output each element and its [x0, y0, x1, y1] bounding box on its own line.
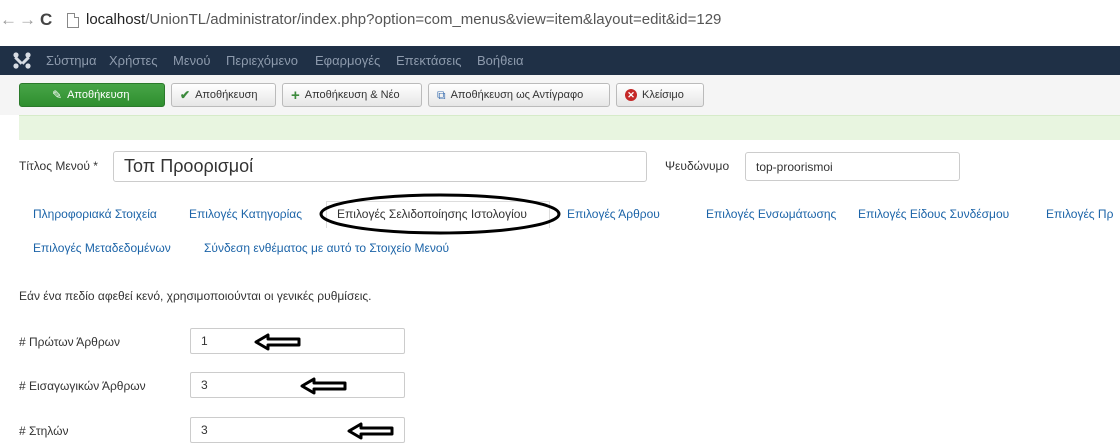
menu-users[interactable]: Χρήστες — [109, 53, 158, 68]
save-copy-button-label: Αποθήκευση ως Αντίγραφο — [450, 89, 584, 101]
tab-link-type-options[interactable]: Επιλογές Είδους Συνδέσμου — [858, 207, 1009, 221]
global-settings-note: Εάν ένα πεδίο αφεθεί κενό, χρησιμοποιούν… — [19, 289, 372, 303]
menu-system[interactable]: Σύστημα — [46, 53, 97, 68]
back-arrow-icon[interactable]: ← — [0, 10, 17, 30]
tab-category-options[interactable]: Επιλογές Κατηγορίας — [189, 207, 302, 221]
tab-page-display[interactable]: Επιλογές Πρ — [1046, 207, 1113, 221]
menu-help[interactable]: Βοήθεια — [477, 53, 524, 68]
reload-icon[interactable]: C — [40, 10, 52, 30]
menu-extensions[interactable]: Επεκτάσεις — [396, 53, 461, 68]
menu-menus[interactable]: Μενού — [173, 53, 210, 68]
save-button[interactable]: ✎ Αποθήκευση — [19, 83, 165, 107]
tab-article-options[interactable]: Επιλογές Άρθρου — [567, 207, 660, 221]
toolbar: ✎ Αποθήκευση ✔ Αποθήκευση + Αποθήκευση &… — [0, 75, 1120, 115]
tab-details[interactable]: Πληροφοριακά Στοιχεία — [33, 207, 157, 221]
browser-address-bar: ← → C localhost/UnionTL/administrator/in… — [0, 0, 1120, 46]
admin-navbar: Σύστημα Χρήστες Μενού Περιεχόμενο Εφαρμο… — [0, 46, 1120, 75]
forward-arrow-icon[interactable]: → — [19, 10, 36, 30]
tab-module-assignment[interactable]: Σύνδεση ενθέματος με αυτό το Στοιχείο Με… — [204, 241, 449, 255]
edit-icon: ✎ — [52, 88, 63, 102]
pointer-arrow-icon — [254, 333, 301, 351]
save-close-button-label: Αποθήκευση — [195, 89, 258, 101]
leading-articles-label: # Πρώτων Άρθρων — [19, 335, 121, 349]
title-label: Τίτλος Μενού * — [19, 159, 98, 173]
tab-metadata[interactable]: Επιλογές Μεταδεδομένων — [33, 241, 171, 255]
alias-input[interactable] — [745, 152, 960, 181]
save-copy-button[interactable]: ⧉ Αποθήκευση ως Αντίγραφο — [428, 83, 610, 107]
close-circle-icon: ✕ — [625, 89, 637, 101]
alias-label: Ψευδώνυμο — [665, 159, 730, 173]
columns-label: # Στηλών — [19, 424, 69, 438]
tab-integration-options[interactable]: Επιλογές Ενσωμάτωσης — [706, 207, 836, 221]
url-path: /UnionTL/administrator/index.php?option=… — [145, 11, 722, 28]
pointer-arrow-icon — [300, 377, 347, 395]
close-button[interactable]: ✕ Κλείσιμο — [616, 83, 704, 107]
save-new-button-label: Αποθήκευση & Νέο — [304, 89, 400, 101]
menu-content[interactable]: Περιεχόμενο — [226, 53, 298, 68]
plus-icon: + — [291, 86, 300, 104]
url-host: localhost — [86, 11, 146, 28]
menu-title-input[interactable] — [113, 151, 647, 182]
save-new-button[interactable]: + Αποθήκευση & Νέο — [282, 83, 422, 107]
pointer-arrow-icon — [347, 422, 394, 440]
save-button-label: Αποθήκευση — [67, 89, 130, 101]
message-bar — [19, 115, 1120, 140]
page-icon — [67, 13, 79, 28]
check-icon: ✔ — [180, 88, 191, 102]
url-field[interactable]: localhost/UnionTL/administrator/index.ph… — [86, 11, 721, 28]
tab-blog-layout[interactable]: Επιλογές Σελιδοποίησης Ιστολογίου — [337, 207, 527, 221]
close-button-label: Κλείσιμο — [642, 89, 684, 101]
menu-components[interactable]: Εφαρμογές — [315, 53, 380, 68]
save-close-button[interactable]: ✔ Αποθήκευση — [171, 83, 276, 107]
intro-articles-label: # Εισαγωγικών Άρθρων — [19, 379, 146, 393]
joomla-logo-icon[interactable] — [12, 51, 32, 70]
intro-articles-input[interactable] — [190, 372, 405, 398]
copy-icon: ⧉ — [437, 87, 446, 102]
